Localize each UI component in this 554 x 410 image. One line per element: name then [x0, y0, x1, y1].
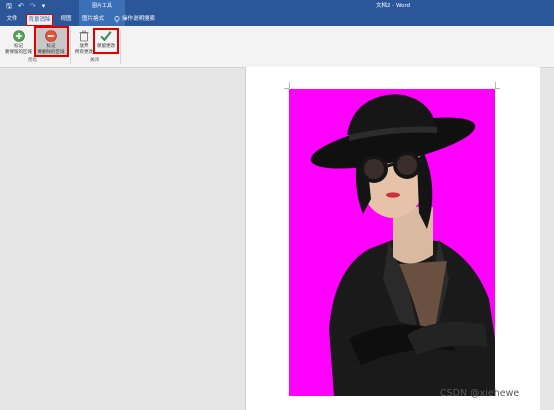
watermark: CSDN @xiehewe [440, 388, 520, 399]
margin-mark [495, 88, 500, 89]
discard-all-changes-button[interactable]: 放弃 所有更改 [73, 27, 95, 56]
group-separator [120, 30, 121, 64]
group-separator [70, 30, 71, 64]
tab-view[interactable]: 视图 [57, 13, 75, 26]
discard-label: 放弃 所有更改 [75, 44, 93, 55]
redo-icon[interactable]: ↷ [30, 2, 36, 11]
tab-file[interactable]: 文件 [3, 13, 21, 26]
group-label-refine: 优化 [28, 58, 37, 63]
mark-keep-label: 标记 要保留的区域 [5, 44, 32, 55]
customize-qat-icon[interactable]: ▾ [42, 2, 46, 11]
add-circle-icon [12, 30, 25, 42]
quick-access-toolbar: 🖫 ↶ ↷ ▾ [6, 2, 45, 11]
group-label-close: 关闭 [90, 58, 99, 63]
margin-mark [289, 82, 290, 88]
portrait-figure [310, 94, 495, 396]
picture-background-removal[interactable] [289, 89, 495, 396]
mark-areas-to-keep-button[interactable]: 标记 要保留的区域 [2, 27, 35, 56]
tell-me-search[interactable]: 操作说明搜索 [122, 13, 160, 26]
remove-button-highlight [34, 26, 69, 57]
document-title: 文档2 - Word [376, 3, 411, 9]
tab-picture-format[interactable]: 图片格式 [80, 13, 106, 26]
picture-tools-context-label: 图片工具 [79, 0, 125, 13]
save-icon[interactable]: 🖫 [6, 2, 12, 11]
undo-icon[interactable]: ↶ [18, 2, 24, 11]
trash-icon [79, 30, 89, 42]
tab-background-removal[interactable]: 背景消除 [26, 14, 53, 26]
lightbulb-icon [114, 16, 120, 23]
keep-button-highlight [93, 28, 119, 54]
